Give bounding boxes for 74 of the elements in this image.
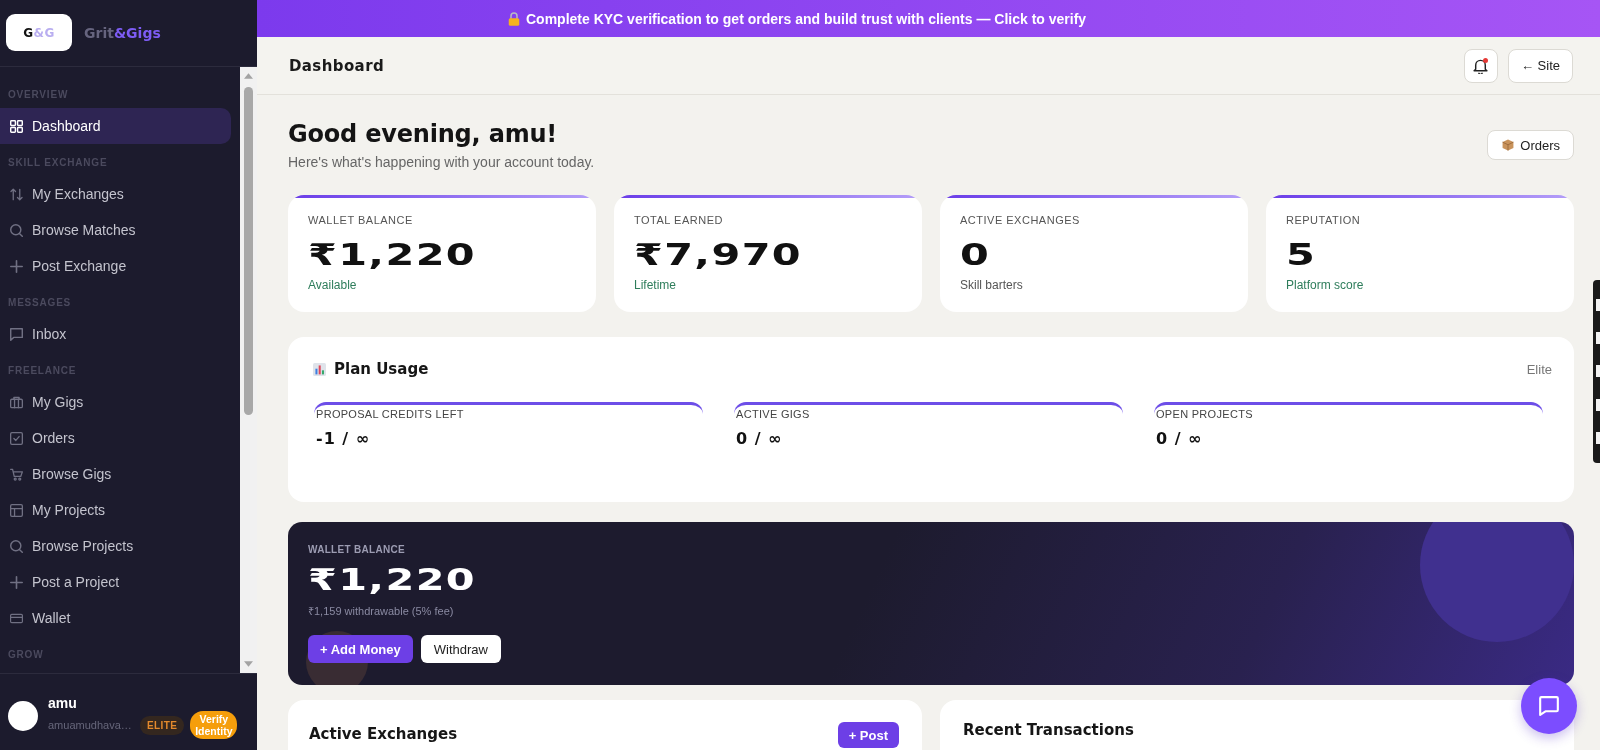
- avatar-icon: [8, 701, 38, 731]
- sidebar-item[interactable]: Browse Projects: [0, 528, 231, 564]
- sidebar-item[interactable]: My Exchanges: [0, 176, 231, 212]
- kyc-banner[interactable]: Complete KYC verification to get orders and build trust with clients — Click to verify: [257, 0, 1600, 37]
- scroll-down-icon[interactable]: [244, 661, 253, 667]
- user-email: amuamudhava…: [48, 719, 133, 731]
- sidebar-item[interactable]: Post Exchange: [0, 248, 231, 284]
- plan-badge: ELITE: [140, 715, 185, 735]
- layout-icon: [10, 503, 23, 517]
- chat-bubble-icon: [10, 327, 23, 341]
- notifications-button[interactable]: [1464, 48, 1498, 83]
- stat-note: Lifetime: [634, 278, 678, 292]
- greeting-subtitle: Here's what's happening with your account today.: [288, 153, 595, 171]
- meter-value: -1 / ∞: [316, 429, 372, 449]
- wallet-note: ₹1,159 withdrawable (5% fee): [308, 604, 455, 618]
- stat-note: Platform score: [1286, 278, 1365, 292]
- meter-value: 0 / ∞: [736, 429, 784, 449]
- scrollbar[interactable]: [240, 67, 257, 673]
- sidebar-item[interactable]: Browse Matches: [0, 212, 231, 248]
- stat-note: Skill barters: [960, 278, 1024, 292]
- stat-label: TOTAL EARNED: [634, 213, 724, 227]
- post-button[interactable]: + Post: [837, 722, 899, 748]
- stat-note: Available: [308, 278, 358, 292]
- sidebar-item[interactable]: Browse Gigs: [0, 456, 231, 492]
- card-title: Plan Usage: [334, 360, 429, 378]
- sidebar-item[interactable]: Wallet: [0, 600, 231, 636]
- swap-arrows-icon: [10, 187, 23, 201]
- stat-label: ACTIVE EXCHANGES: [960, 213, 1081, 227]
- wallet-action-button[interactable]: Withdraw: [420, 635, 501, 663]
- sidebar-item[interactable]: Post a Project: [0, 564, 231, 600]
- stat-value: 5: [1286, 237, 1317, 273]
- search-icon: [10, 539, 23, 553]
- stat-label: REPUTATION: [1286, 213, 1362, 227]
- meter-label: OPEN PROJECTS: [1156, 408, 1254, 420]
- sidebar-item[interactable]: My Projects: [0, 492, 231, 528]
- scroll-up-icon[interactable]: [244, 73, 253, 79]
- stat-value: 0: [960, 237, 991, 273]
- sidebar-item[interactable]: Inbox: [0, 316, 231, 352]
- greeting-title: Good evening, amu!: [288, 119, 559, 149]
- grid-icon: [10, 119, 23, 133]
- bar-chart-icon: [313, 362, 326, 376]
- stat-label: WALLET BALANCE: [308, 213, 414, 227]
- user-name: amu: [48, 695, 78, 711]
- wallet-label: WALLET BALANCE: [308, 544, 406, 556]
- search-icon: [10, 223, 23, 237]
- plan-name: Elite: [1526, 361, 1552, 377]
- plus-icon: [10, 259, 23, 273]
- checkbox-icon: [10, 431, 23, 445]
- logo-badge: G&G: [6, 14, 72, 51]
- cart-icon: [10, 467, 23, 481]
- stat-value: ₹1,220: [308, 237, 477, 273]
- chat-icon: [1539, 696, 1559, 716]
- meter-label: ACTIVE GIGS: [736, 408, 811, 420]
- card-icon: [10, 611, 23, 625]
- stat-value: ₹7,970: [634, 237, 803, 273]
- card-title: Recent Transactions: [963, 721, 1134, 739]
- page-title: Dashboard: [289, 56, 385, 75]
- scrollbar-thumb[interactable]: [244, 87, 253, 415]
- bell-icon: [1473, 57, 1489, 74]
- meter-value: 0 / ∞: [1156, 429, 1204, 449]
- package-icon: [1502, 139, 1515, 151]
- plus-icon: [10, 575, 23, 589]
- briefcase-icon: [10, 395, 23, 409]
- orders-button[interactable]: Orders: [1487, 130, 1574, 160]
- sidebar-item[interactable]: Orders: [0, 420, 231, 456]
- card-title: Active Exchanges: [309, 725, 458, 743]
- meter-label: PROPOSAL CREDITS LEFT: [316, 408, 465, 420]
- sidebar-item[interactable]: My Gigs: [0, 384, 231, 420]
- wallet-amount: ₹1,220: [308, 562, 477, 598]
- brand-name: Grit&Gigs: [84, 24, 161, 41]
- sidebar-item[interactable]: Dashboard: [0, 108, 231, 144]
- wallet-action-button[interactable]: + Add Money: [308, 635, 413, 663]
- lock-icon: [508, 11, 520, 26]
- site-button[interactable]: ← Site: [1508, 48, 1573, 83]
